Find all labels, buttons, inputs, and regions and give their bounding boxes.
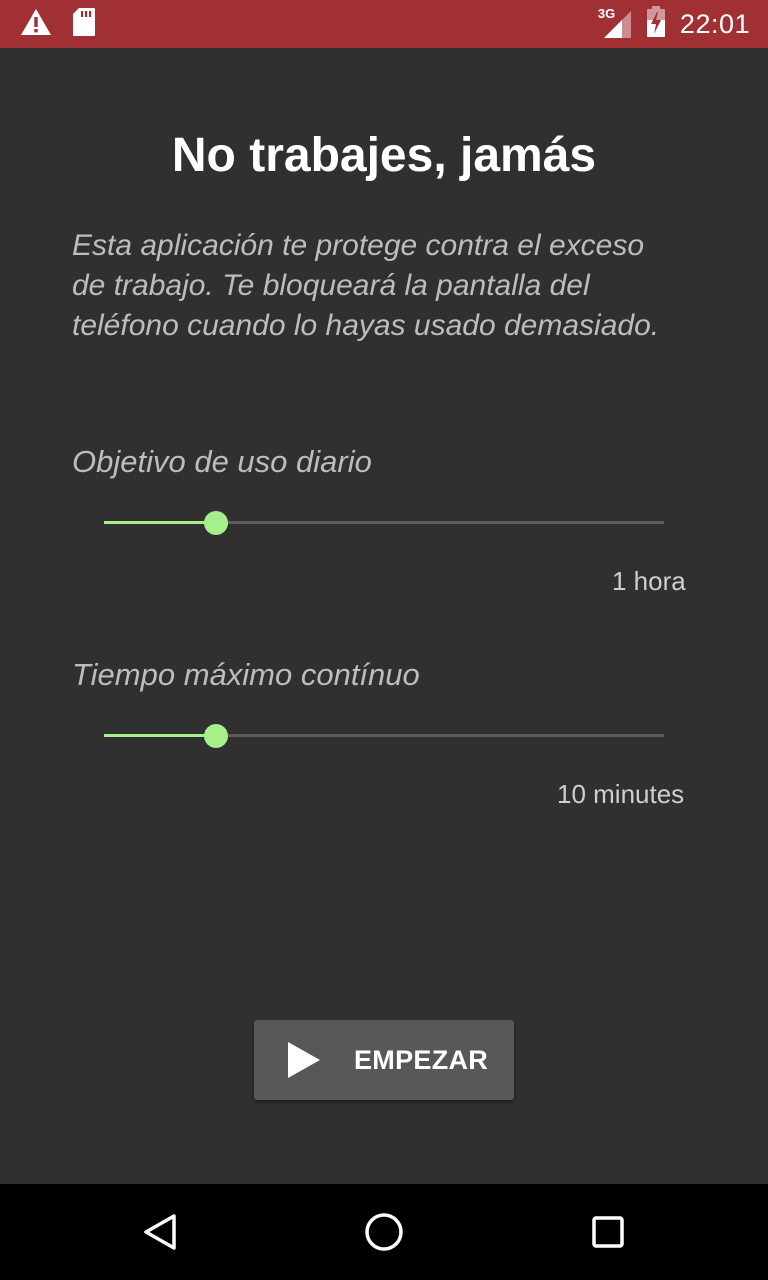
daily-goal-value: 1 hora bbox=[612, 566, 686, 596]
slider-fill bbox=[104, 734, 216, 737]
status-left-icons bbox=[20, 7, 96, 42]
app-description: Esta aplicación te protege contra el exc… bbox=[72, 229, 660, 342]
recents-icon[interactable] bbox=[584, 1208, 632, 1256]
signal-icon: 3G bbox=[598, 6, 632, 39]
start-button-label: EMPEZAR bbox=[354, 1045, 489, 1075]
start-button[interactable]: EMPEZAR bbox=[254, 1020, 514, 1100]
status-bar: 3G 22:01 bbox=[0, 0, 768, 48]
play-icon bbox=[284, 1040, 324, 1085]
status-right-icons: 3G 22:01 bbox=[598, 5, 750, 43]
daily-goal-slider[interactable] bbox=[104, 511, 664, 535]
daily-goal-label: Objetivo de uso diario bbox=[72, 444, 372, 479]
slider-fill bbox=[104, 521, 216, 524]
clock: 22:01 bbox=[679, 8, 750, 39]
max-continuous-slider[interactable] bbox=[104, 724, 664, 748]
max-continuous-value: 10 minutes bbox=[557, 779, 685, 809]
slider-thumb[interactable] bbox=[204, 724, 228, 748]
home-icon[interactable] bbox=[360, 1208, 408, 1256]
battery-icon bbox=[646, 5, 666, 43]
sd-card-icon bbox=[72, 7, 96, 42]
back-icon[interactable] bbox=[136, 1208, 184, 1256]
navigation-bar bbox=[0, 1184, 768, 1280]
max-continuous-label: Tiempo máximo contínuo bbox=[72, 657, 420, 692]
page-title: No trabajes, jamás bbox=[171, 129, 597, 182]
screen: 3G 22:01 No trabajes, jamás Esta aplicac… bbox=[0, 0, 768, 1280]
warning-icon bbox=[20, 8, 52, 41]
slider-thumb[interactable] bbox=[204, 511, 228, 535]
